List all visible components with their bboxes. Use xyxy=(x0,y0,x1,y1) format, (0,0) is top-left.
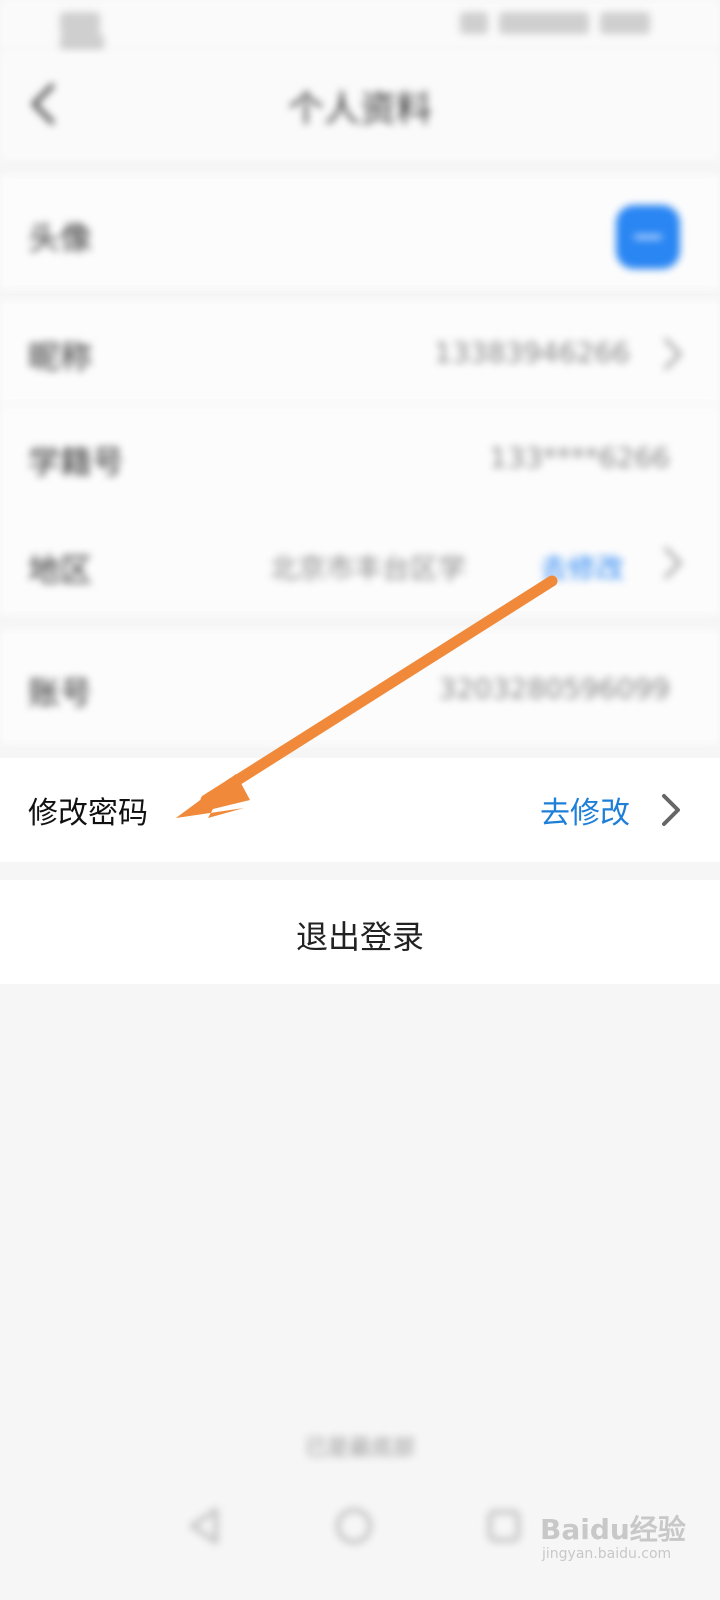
change-password-link[interactable]: 去修改 xyxy=(540,788,630,832)
student-region-block: 学籍号 133****6266 地区 北京市丰台区学 去修改 xyxy=(0,405,720,615)
battery-icon xyxy=(460,12,488,34)
status-bar xyxy=(0,0,720,56)
nickname-value: 13383946266 xyxy=(434,336,630,369)
watermark: Baidu经验 jingyan.baidu.com xyxy=(530,1502,690,1572)
signal-icon xyxy=(60,12,100,34)
chevron-right-icon xyxy=(664,338,682,370)
status-time xyxy=(499,12,590,34)
avatar-row[interactable]: 头像 xyxy=(0,175,720,289)
student-id-value: 133****6266 xyxy=(489,441,670,474)
account-value: 3203280596099 xyxy=(438,672,670,705)
watermark-main: Baidu经验 xyxy=(540,1513,686,1546)
nav-recent-icon[interactable] xyxy=(482,1504,526,1548)
logout-button[interactable]: 退出登录 xyxy=(0,880,720,984)
region-value: 北京市丰台区学 xyxy=(270,552,467,585)
status-right xyxy=(460,12,660,38)
nav-back-icon[interactable] xyxy=(182,1504,226,1548)
title-bar: 个人资料 xyxy=(0,50,720,160)
page-title: 个人资料 xyxy=(287,89,432,130)
change-password-label: 修改密码 xyxy=(28,796,148,831)
change-password-row[interactable]: 修改密码 去修改 xyxy=(0,758,720,862)
nickname-row[interactable]: 昵称 13383946266 xyxy=(0,300,720,404)
region-edit-link[interactable]: 去修改 xyxy=(540,547,624,587)
chevron-right-icon xyxy=(662,794,680,826)
student-id-label: 学籍号 xyxy=(28,443,125,481)
status-left xyxy=(60,12,160,56)
nav-home-icon[interactable] xyxy=(332,1504,376,1548)
clock xyxy=(600,12,651,34)
account-row: 账号 3203280596099 xyxy=(0,630,720,744)
logout-label: 退出登录 xyxy=(295,918,424,956)
nickname-label: 昵称 xyxy=(28,338,93,376)
region-label: 地区 xyxy=(28,551,93,589)
chevron-right-icon xyxy=(664,547,682,579)
avatar-image-icon[interactable] xyxy=(616,205,680,269)
footer-text: 已是最底部 xyxy=(304,1436,415,1461)
account-label: 账号 xyxy=(28,674,93,712)
watermark-sub: jingyan.baidu.com xyxy=(542,1546,672,1562)
avatar-label: 头像 xyxy=(28,219,93,257)
